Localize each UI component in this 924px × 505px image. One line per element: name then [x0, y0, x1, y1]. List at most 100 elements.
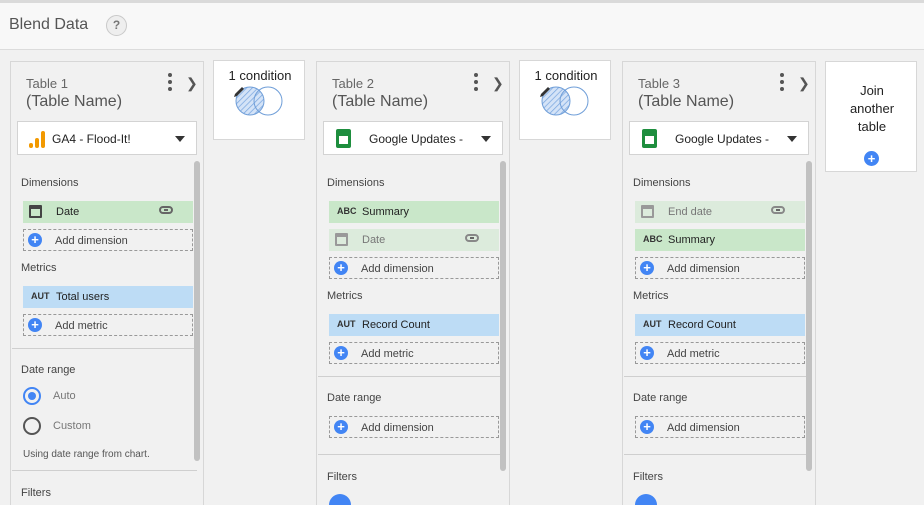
metrics-heading: Metrics: [633, 290, 669, 302]
date-range-heading: Date range: [21, 364, 76, 376]
dimensions-heading: Dimensions: [633, 177, 691, 189]
data-source-select[interactable]: Google Updates -: [323, 121, 503, 155]
table-scroll-area: Dimensions End date ABC Summary + Add di…: [624, 161, 809, 505]
plus-icon: +: [334, 261, 348, 275]
table-panel-3: Table 3 (Table Name) ❯ Google Updates - …: [622, 61, 816, 505]
join-another-table-button[interactable]: Join another table +: [825, 61, 917, 172]
plus-icon: +: [640, 420, 654, 434]
more-options-icon[interactable]: [472, 73, 480, 91]
filters-heading: Filters: [633, 471, 663, 483]
table-label: Table 1: [26, 76, 68, 91]
dimensions-heading: Dimensions: [21, 177, 79, 189]
add-date-dimension-button[interactable]: + Add dimension: [329, 416, 499, 438]
add-dimension-button[interactable]: + Add dimension: [23, 229, 193, 251]
metric-label: Record Count: [362, 319, 430, 331]
join-label: Join another table: [826, 82, 918, 136]
link-icon: [771, 206, 785, 214]
add-dimension-button[interactable]: + Add dimension: [329, 257, 499, 279]
calendar-icon: [29, 205, 42, 218]
radio-custom-label: Custom: [53, 420, 91, 432]
page-title: Blend Data: [9, 16, 89, 33]
dimension-chip[interactable]: Date: [329, 229, 499, 251]
add-filter-icon[interactable]: [329, 494, 351, 505]
join-label-line: table: [857, 119, 887, 134]
dimension-label: Summary: [668, 234, 716, 246]
condition-label: 1 condition: [228, 68, 292, 83]
scrollbar[interactable]: [194, 161, 200, 461]
data-source-select[interactable]: Google Updates -: [629, 121, 809, 155]
dropdown-caret-icon: [175, 136, 185, 142]
edit-pencil-icon[interactable]: [232, 85, 246, 99]
table-name[interactable]: (Table Name): [638, 93, 734, 111]
add-metric-button[interactable]: + Add metric: [23, 314, 193, 336]
link-icon: [159, 206, 173, 214]
table-label: Table 3: [638, 76, 680, 91]
add-metric-button[interactable]: + Add metric: [635, 342, 805, 364]
add-dimension-label: Add dimension: [361, 422, 434, 434]
plus-icon: +: [640, 261, 654, 275]
add-filter-icon[interactable]: [635, 494, 657, 505]
dropdown-caret-icon: [481, 136, 491, 142]
join-label-line: another: [849, 101, 895, 116]
table-name[interactable]: (Table Name): [26, 93, 122, 111]
divider: [624, 454, 809, 455]
join-condition-1[interactable]: 1 condition: [213, 60, 305, 140]
table-panel-1: Table 1 (Table Name) ❯ GA4 - Flood-It! D…: [10, 61, 204, 505]
table-scroll-area: Dimensions ABC Summary Date + Add dimens…: [318, 161, 503, 505]
add-dimension-label: Add dimension: [55, 235, 128, 247]
divider: [624, 376, 809, 377]
plus-icon: +: [28, 318, 42, 332]
dimension-chip[interactable]: ABC Summary: [635, 229, 805, 251]
divider: [318, 376, 503, 377]
date-range-heading: Date range: [633, 392, 688, 404]
add-dimension-button[interactable]: + Add dimension: [635, 257, 805, 279]
plus-icon: +: [640, 346, 654, 360]
chevron-right-icon[interactable]: ❯: [492, 75, 504, 92]
add-date-dimension-button[interactable]: + Add dimension: [635, 416, 805, 438]
data-source-name: GA4 - Flood-It!: [52, 132, 131, 146]
edit-pencil-icon[interactable]: [538, 85, 552, 99]
more-options-icon[interactable]: [166, 73, 174, 91]
radio-auto[interactable]: [23, 387, 41, 405]
date-range-heading: Date range: [327, 392, 382, 404]
text-type-icon: ABC: [643, 234, 663, 244]
google-analytics-icon: [29, 130, 47, 148]
chevron-right-icon[interactable]: ❯: [798, 75, 810, 92]
aut-icon: AUT: [337, 319, 356, 329]
dimensions-heading: Dimensions: [327, 177, 385, 189]
add-dimension-label: Add dimension: [667, 263, 740, 275]
radio-custom[interactable]: [23, 417, 41, 435]
table-label: Table 2: [332, 76, 374, 91]
scrollbar[interactable]: [806, 161, 812, 471]
filters-heading: Filters: [21, 487, 51, 499]
google-sheets-icon: [642, 129, 657, 148]
table-name[interactable]: (Table Name): [332, 93, 428, 111]
dimension-label: Date: [56, 206, 80, 218]
add-metric-label: Add metric: [55, 320, 108, 332]
metric-chip[interactable]: AUT Total users: [23, 286, 193, 308]
plus-icon: +: [28, 233, 42, 247]
chevron-right-icon[interactable]: ❯: [186, 75, 198, 92]
metric-chip[interactable]: AUT Record Count: [329, 314, 499, 336]
data-source-select[interactable]: GA4 - Flood-It!: [17, 121, 197, 155]
dimension-chip[interactable]: Date: [23, 201, 193, 223]
join-condition-2[interactable]: 1 condition: [519, 60, 611, 140]
dimension-chip[interactable]: ABC Summary: [329, 201, 499, 223]
metrics-heading: Metrics: [327, 290, 363, 302]
dimension-label: End date: [668, 206, 713, 218]
more-options-icon[interactable]: [778, 73, 786, 91]
link-icon: [465, 234, 479, 242]
divider: [12, 470, 197, 471]
add-dimension-label: Add dimension: [667, 422, 740, 434]
calendar-icon: [641, 205, 654, 218]
help-icon[interactable]: ?: [106, 15, 127, 36]
plus-icon: +: [334, 346, 348, 360]
add-metric-button[interactable]: + Add metric: [329, 342, 499, 364]
metric-label: Total users: [56, 291, 110, 303]
plus-icon: +: [864, 151, 879, 166]
dimension-label: Date: [362, 234, 386, 246]
scrollbar[interactable]: [500, 161, 506, 471]
metric-chip[interactable]: AUT Record Count: [635, 314, 805, 336]
dimension-chip[interactable]: End date: [635, 201, 805, 223]
table-scroll-area: Dimensions Date + Add dimension Metrics …: [12, 161, 197, 505]
